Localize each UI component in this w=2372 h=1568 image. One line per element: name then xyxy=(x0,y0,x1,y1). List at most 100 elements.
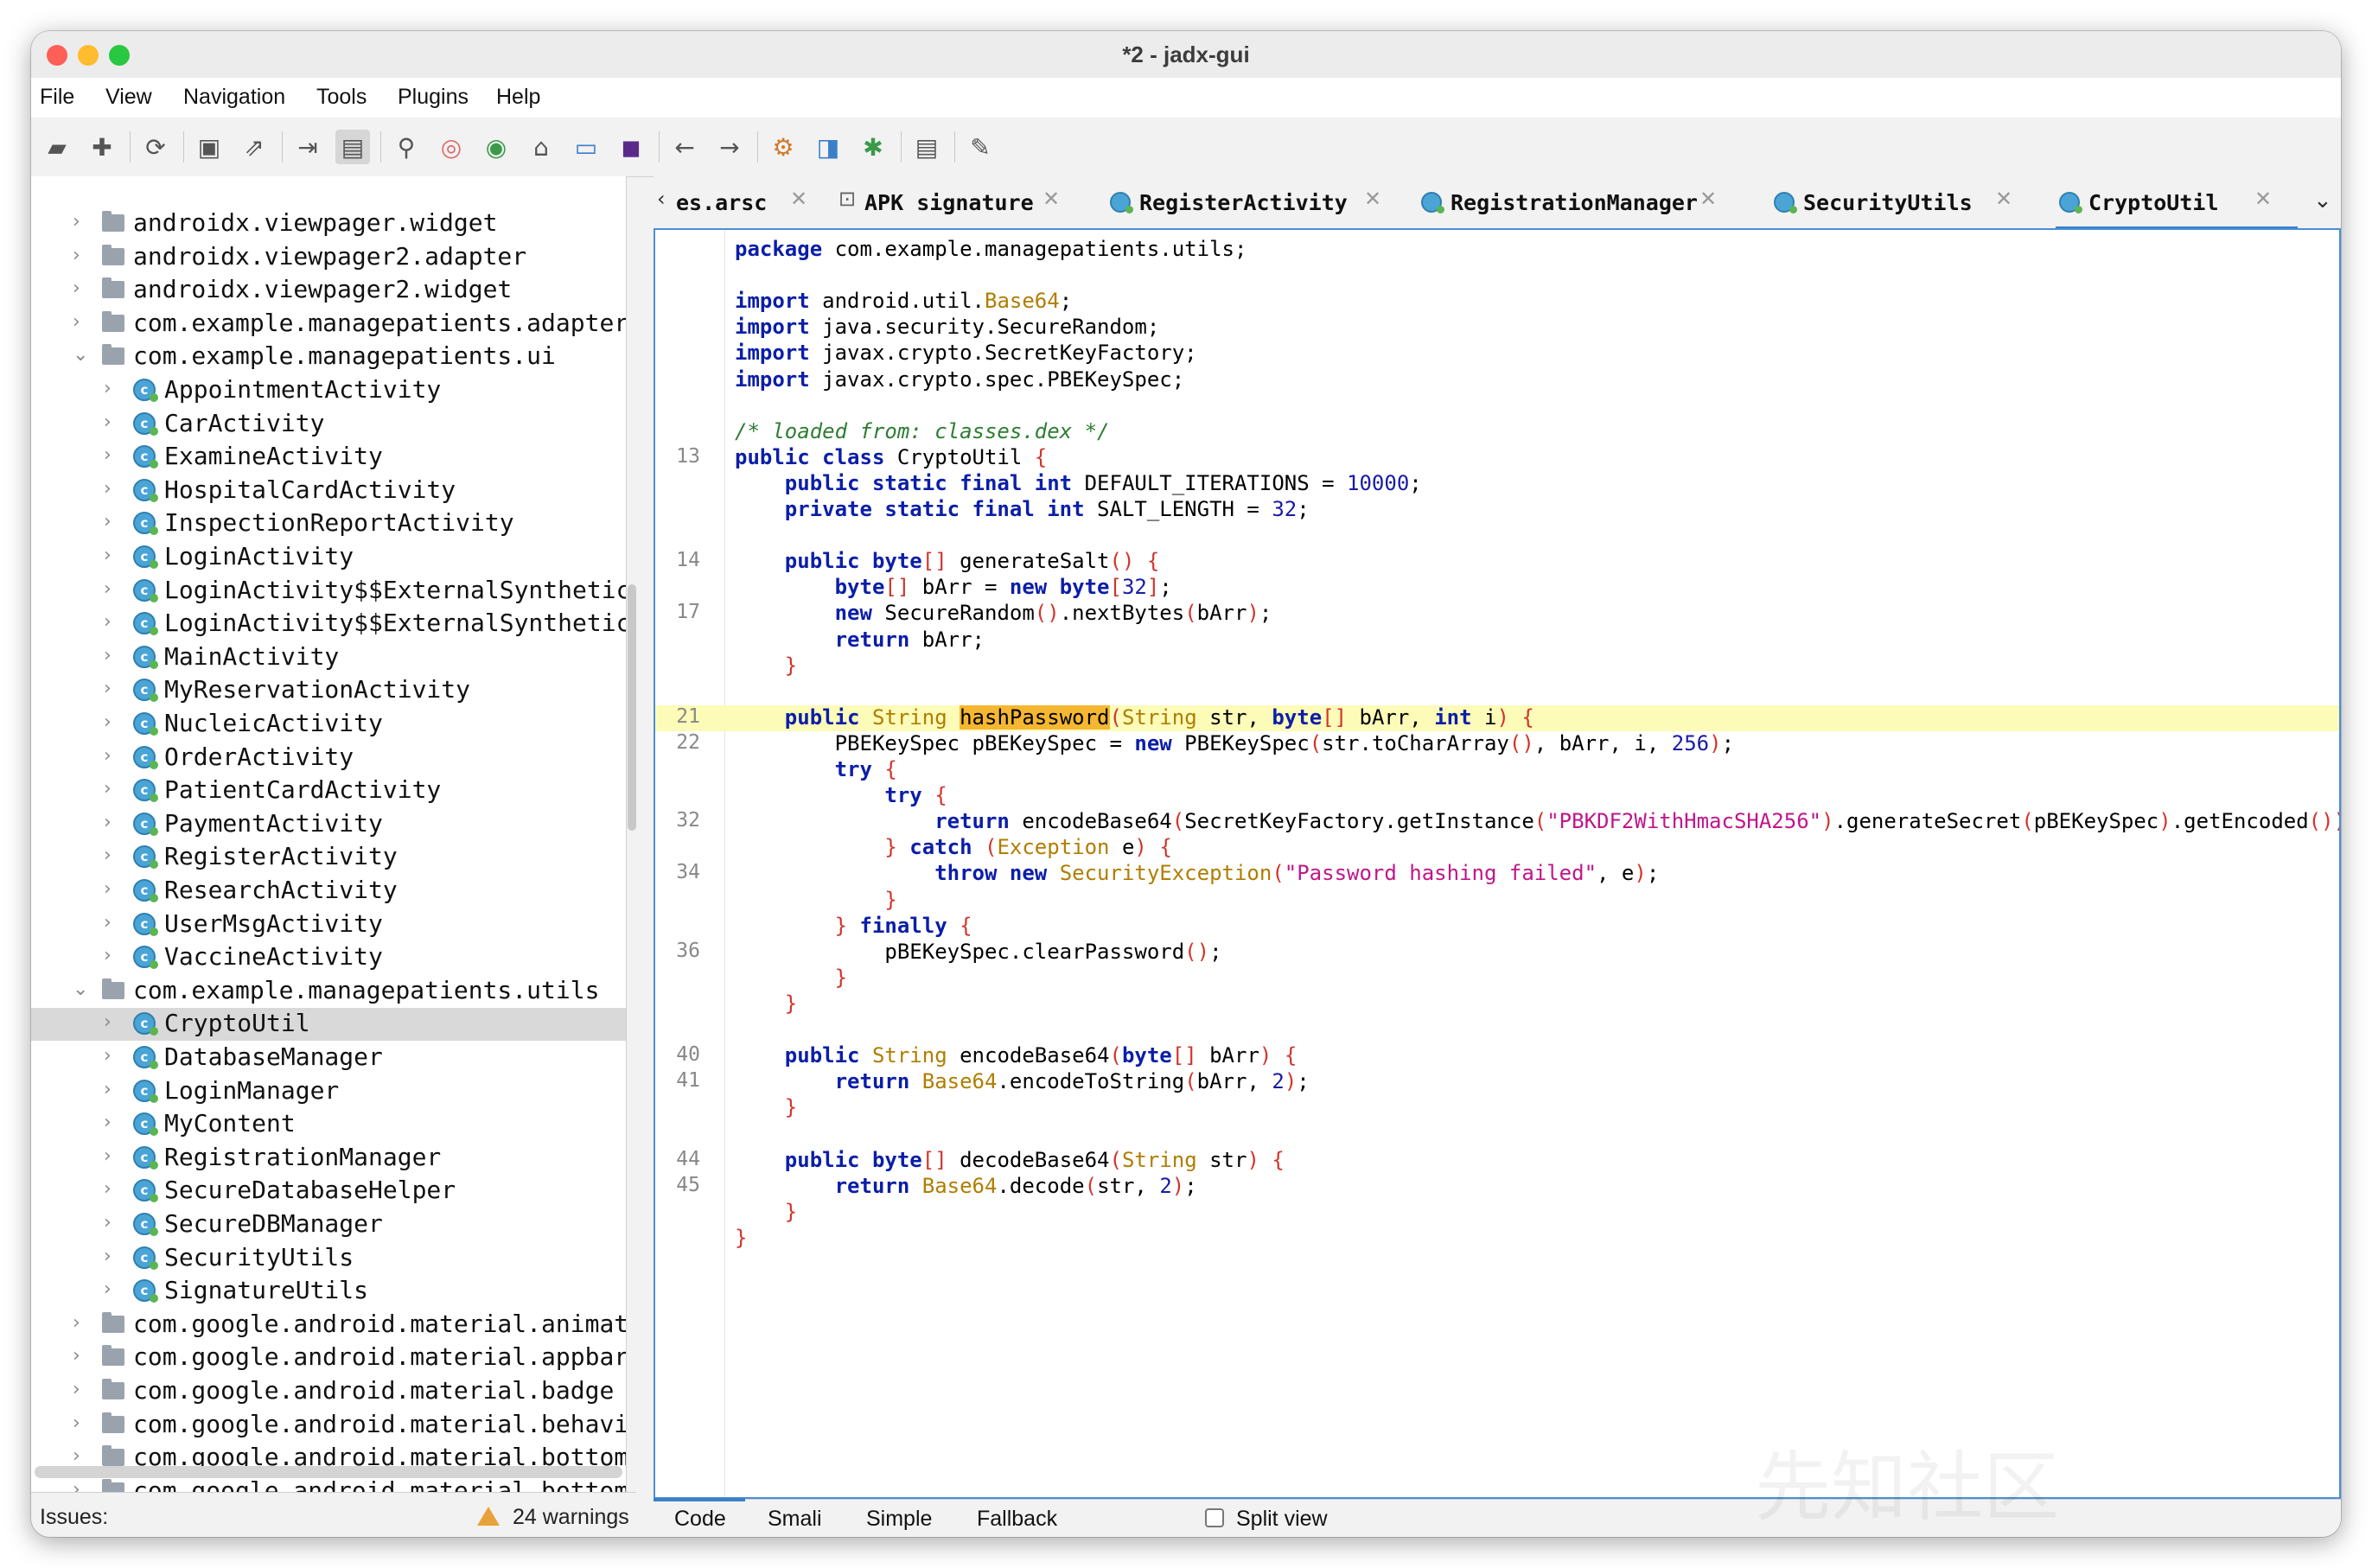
code-line[interactable] xyxy=(655,393,2339,419)
code-line[interactable]: 32 return encodeBase64(SecretKeyFactory.… xyxy=(655,809,2339,835)
code-editor[interactable]: package com.example.managepatients.utils… xyxy=(654,228,2341,1499)
code-line[interactable]: 13 public class CryptoUtil { xyxy=(655,445,2339,471)
chevron-right-icon[interactable]: › xyxy=(73,1345,90,1367)
chevron-right-icon[interactable]: › xyxy=(104,912,121,934)
log-icon[interactable]: ▤ xyxy=(909,130,944,164)
close-icon[interactable]: ✕ xyxy=(1364,187,1381,211)
tab-apk-signature[interactable]: ⊡ APK signature ✕ xyxy=(835,176,1060,226)
chevron-down-icon[interactable]: ⌄ xyxy=(73,978,90,1000)
chevron-right-icon[interactable]: › xyxy=(104,511,121,532)
code-line[interactable]: try { xyxy=(655,783,2339,809)
code-line[interactable]: } xyxy=(655,1226,2339,1252)
back-icon[interactable]: ← xyxy=(667,130,702,164)
close-icon[interactable]: ✕ xyxy=(1995,187,2012,211)
code-line[interactable]: 34 throw new SecurityException("Password… xyxy=(655,861,2339,887)
chevron-right-icon[interactable]: › xyxy=(104,878,121,900)
tab-simple[interactable]: Simple xyxy=(866,1507,932,1532)
tree-class-item[interactable]: › c CarActivity xyxy=(31,408,626,441)
chevron-right-icon[interactable]: › xyxy=(104,1079,121,1100)
menu-help[interactable]: Help xyxy=(496,85,540,110)
sync-icon[interactable]: ⇥ xyxy=(290,130,325,164)
chevron-right-icon[interactable]: › xyxy=(104,611,121,633)
tree-class-item[interactable]: › c CryptoUtil xyxy=(31,1008,626,1042)
split-view-checkbox[interactable] xyxy=(1205,1508,1224,1527)
tree-package-item[interactable]: › com.google.android.material.badge xyxy=(31,1375,626,1408)
tree-class-item[interactable]: › c HospitalCardActivity xyxy=(31,475,626,507)
tree-class-item[interactable]: › c ExamineActivity xyxy=(31,441,626,474)
code-line[interactable]: private static final int SALT_LENGTH = 3… xyxy=(655,497,2339,523)
chevron-right-icon[interactable]: › xyxy=(104,1278,121,1300)
tree-package-item[interactable]: › com.example.managepatients.adapter xyxy=(31,308,626,341)
code-line[interactable]: 21 public String hashPassword(String str… xyxy=(655,704,2339,731)
tree-class-item[interactable]: › c SecurityUtils xyxy=(31,1242,626,1275)
tree-class-item[interactable]: › c NucleicActivity xyxy=(31,708,626,741)
chevron-right-icon[interactable]: › xyxy=(104,545,121,566)
code-line[interactable] xyxy=(655,1121,2339,1147)
close-icon[interactable]: ✕ xyxy=(1043,187,1060,211)
tab-smali[interactable]: Smali xyxy=(768,1507,822,1532)
tree-class-item[interactable]: › c LoginManager xyxy=(31,1075,626,1108)
chevron-right-icon[interactable]: › xyxy=(104,1112,121,1133)
close-icon[interactable]: ✕ xyxy=(1699,187,1717,211)
chevron-right-icon[interactable]: › xyxy=(104,845,121,866)
code-line[interactable]: } xyxy=(655,966,2339,991)
chevron-right-icon[interactable]: › xyxy=(104,378,121,399)
tree-package-item[interactable]: › androidx.viewpager2.widget xyxy=(31,274,626,307)
tree-class-item[interactable]: › c MainActivity xyxy=(31,641,626,674)
code-line[interactable] xyxy=(655,523,2339,549)
debug-icon[interactable]: ✱ xyxy=(856,130,890,164)
code-line[interactable]: 22 PBEKeySpec pBEKeySpec = new PBEKeySpe… xyxy=(655,731,2339,757)
code-line[interactable]: 44 public byte[] decodeBase64(String str… xyxy=(655,1148,2339,1174)
chevron-right-icon[interactable]: › xyxy=(104,778,121,800)
tree-package-item[interactable]: ⌄ com.example.managepatients.utils xyxy=(31,975,626,1008)
chevron-right-icon[interactable]: › xyxy=(104,645,121,666)
chevron-right-icon[interactable]: › xyxy=(104,1045,121,1067)
chevron-right-icon[interactable]: › xyxy=(73,245,90,266)
code-line[interactable]: 45 return Base64.decode(str, 2); xyxy=(655,1174,2339,1200)
tab-code[interactable]: Code xyxy=(674,1507,726,1532)
tree-class-item[interactable]: › c AppointmentActivity xyxy=(31,374,626,407)
menu-file[interactable]: File xyxy=(40,85,74,110)
tree-class-item[interactable]: › c LoginActivity$$ExternalSyntheticLa xyxy=(31,608,626,641)
code-line[interactable]: public static final int DEFAULT_ITERATIO… xyxy=(655,471,2339,497)
home-icon[interactable]: ⌂ xyxy=(524,130,558,164)
code-line[interactable]: 17 new SecureRandom().nextBytes(bArr); xyxy=(655,601,2339,627)
chevron-down-icon[interactable]: ⌄ xyxy=(73,344,90,366)
code-line[interactable]: } xyxy=(655,1200,2339,1226)
tree-package-item[interactable]: › com.google.android.material.appbar xyxy=(31,1342,626,1374)
code-line[interactable]: package com.example.managepatients.utils… xyxy=(655,237,2339,263)
deobf-icon[interactable]: ⚙ xyxy=(766,130,800,164)
code-line[interactable]: 14 public byte[] generateSalt() { xyxy=(655,549,2339,575)
chevron-right-icon[interactable]: › xyxy=(104,478,121,500)
chevron-right-icon[interactable]: › xyxy=(73,1379,90,1400)
tree-class-item[interactable]: › c SecureDatabaseHelper xyxy=(31,1175,626,1208)
chevron-right-icon[interactable]: › xyxy=(73,311,90,333)
code-line[interactable] xyxy=(655,263,2339,289)
chevron-right-icon[interactable]: › xyxy=(73,1412,90,1434)
code-line[interactable]: import javax.crypto.SecretKeyFactory; xyxy=(655,341,2339,367)
close-icon[interactable]: ✕ xyxy=(790,187,807,211)
chevron-right-icon[interactable]: › xyxy=(73,277,90,299)
flatten-icon[interactable]: ▤ xyxy=(335,130,370,164)
code-line[interactable]: } xyxy=(655,653,2339,679)
tree-class-item[interactable]: › c LoginActivity$$ExternalSyntheticLa xyxy=(31,575,626,608)
chevron-right-icon[interactable]: › xyxy=(73,1479,90,1492)
save-icon[interactable]: ▣ xyxy=(192,130,226,164)
code-line[interactable]: return bArr; xyxy=(655,628,2339,653)
tree-class-item[interactable]: › c OrderActivity xyxy=(31,742,626,774)
tree-class-item[interactable]: › c SecureDBManager xyxy=(31,1208,626,1241)
code-line[interactable] xyxy=(655,1017,2339,1043)
warnings-count[interactable]: 24 warnings xyxy=(513,1505,629,1530)
code-line[interactable]: 36 pBEKeySpec.clearPassword(); xyxy=(655,940,2339,966)
code-line[interactable]: } xyxy=(655,888,2339,914)
chevron-right-icon[interactable]: › xyxy=(104,411,121,433)
split-view-label[interactable]: Split view xyxy=(1236,1507,1328,1532)
code-line[interactable]: import android.util.Base64; xyxy=(655,289,2339,315)
code-line[interactable]: try { xyxy=(655,757,2339,783)
chevron-right-icon[interactable]: › xyxy=(73,211,90,233)
code-line[interactable]: byte[] bArr = new byte[32]; xyxy=(655,575,2339,601)
tree-vertical-scrollbar[interactable] xyxy=(628,584,636,831)
find-icon[interactable]: ◉ xyxy=(479,130,513,164)
tree-class-item[interactable]: › c ResearchActivity xyxy=(31,875,626,908)
chevron-right-icon[interactable]: › xyxy=(104,745,121,767)
